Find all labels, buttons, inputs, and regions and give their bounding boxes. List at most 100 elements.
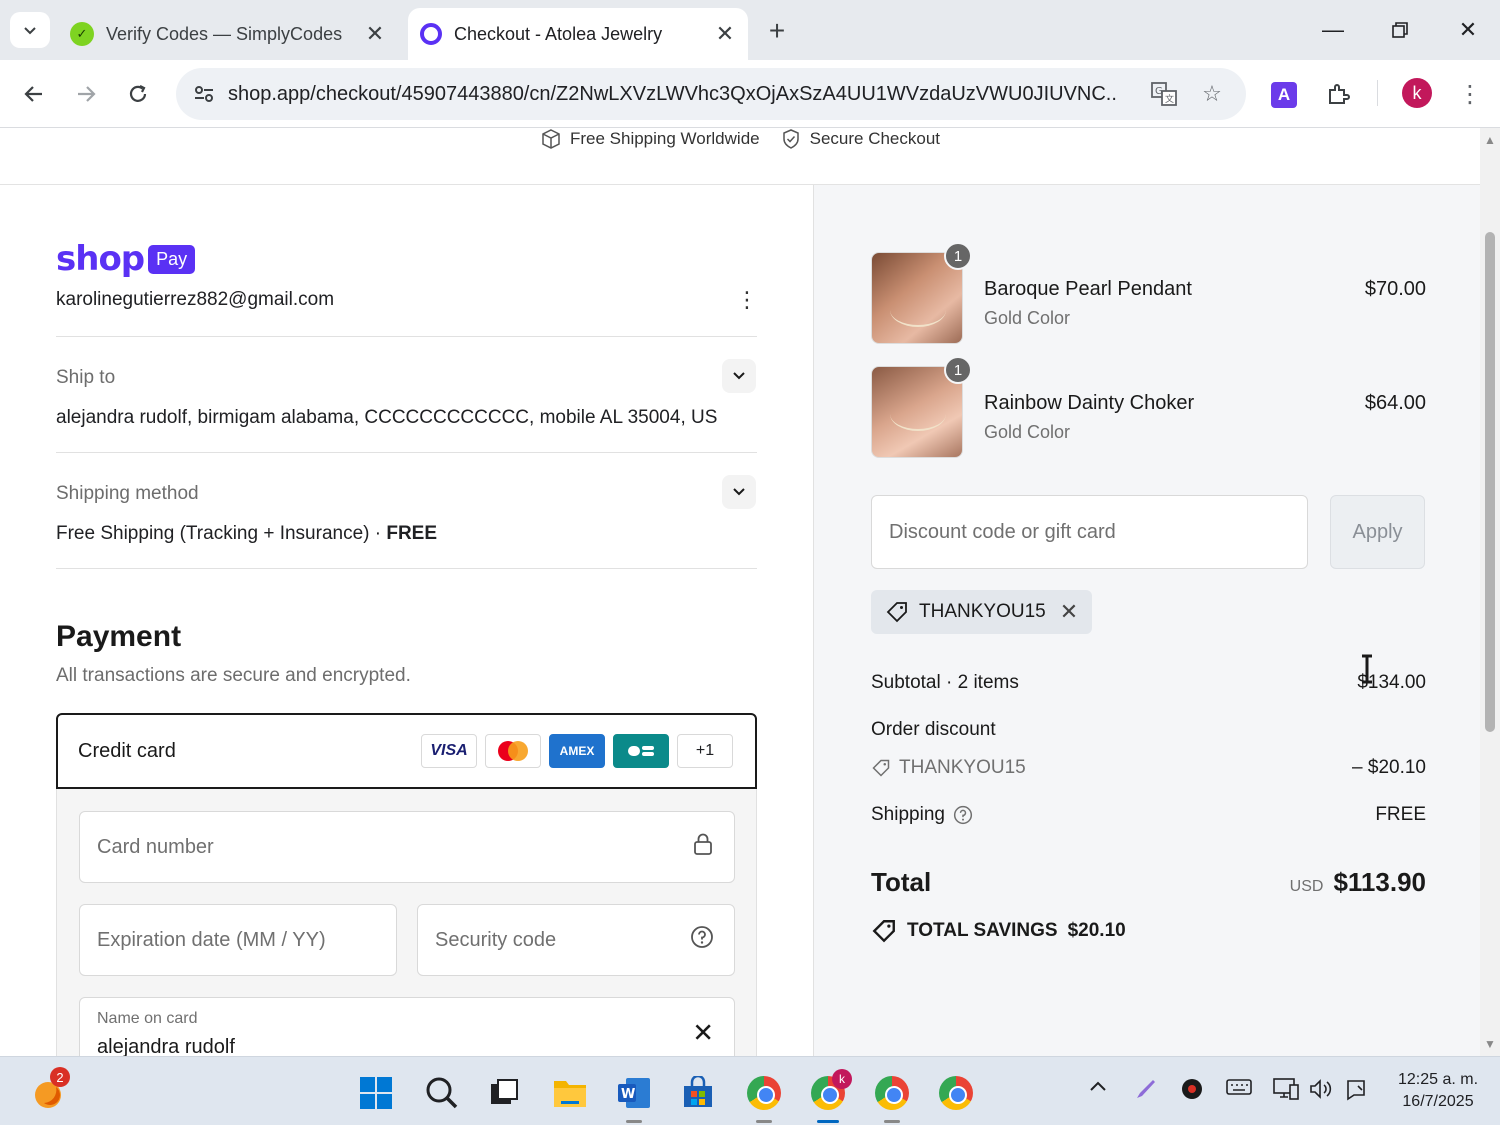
reload-button[interactable] [118,74,158,114]
extensions-button[interactable] [1318,74,1358,114]
credit-card-option[interactable]: Credit card VISA AMEX +1 [56,713,757,789]
pen-tray-icon[interactable] [1134,1077,1158,1107]
forward-button[interactable] [66,74,106,114]
visa-logo-icon: VISA [421,734,477,768]
line-item: 1 Baroque Pearl Pendant Gold Color $70.0… [871,242,1426,344]
card-number-input[interactable]: Card number [79,811,735,883]
page-scrollbar[interactable]: ▲ ▼ [1480,128,1500,1056]
clock-date: 16/7/2025 [1402,1093,1474,1110]
chrome-profile-3-button[interactable] [870,1071,914,1123]
help-circle-icon[interactable] [690,925,714,955]
card-number-placeholder: Card number [97,835,214,858]
translate-icon[interactable]: G文 [1148,78,1180,110]
close-tab-icon[interactable]: ✕ [360,19,390,49]
restore-button[interactable] [1370,10,1430,50]
show-hidden-icons-button[interactable] [1088,1077,1108,1103]
scrollbar-thumb[interactable] [1485,232,1495,732]
bookmark-star-icon[interactable]: ☆ [1196,78,1228,110]
file-explorer-button[interactable] [548,1071,592,1115]
store-icon [684,1076,712,1107]
tab-title: Verify Codes — SimplyCodes [106,23,343,44]
recording-tray-icon[interactable] [1180,1077,1204,1107]
clear-x-icon[interactable]: ✕ [692,1018,714,1049]
chrome-menu-button[interactable]: ⋮ [1450,74,1490,114]
close-window-button[interactable]: ✕ [1438,10,1498,50]
widgets-button[interactable]: 2 [26,1067,70,1115]
keyboard-icon[interactable] [1226,1077,1252,1103]
product-name: Rainbow Dainty Choker [984,392,1195,414]
back-button[interactable] [14,74,54,114]
store-button[interactable] [676,1071,720,1115]
tag-icon [886,602,907,623]
cartes-bancaires-logo-icon [613,734,669,768]
name-on-card-value: alejandra rudolf [97,1036,235,1056]
windows-logo-icon [360,1077,392,1109]
profile-avatar[interactable]: k [1402,78,1432,108]
credit-card-label: Credit card [78,739,176,762]
shipping-row: Shipping FREE [871,804,1426,826]
chrome-profile-4-button[interactable] [934,1071,978,1115]
package-icon [542,129,560,149]
more-cards-badge: +1 [677,734,733,768]
scroll-down-icon[interactable]: ▼ [1484,1038,1496,1050]
line-item: 1 Rainbow Dainty Choker Gold Color $64.0… [871,356,1426,458]
help-circle-icon[interactable] [953,805,973,825]
running-indicator [884,1120,900,1123]
product-price: $70.00 [1364,278,1426,300]
start-button[interactable] [354,1071,398,1115]
new-tab-button[interactable]: + [760,14,794,48]
amex-logo-icon: AMEX [549,734,605,768]
site-info-icon[interactable] [180,68,228,120]
address-bar[interactable]: shop.app/checkout/45907443880/cn/Z2NwLXV… [176,68,1246,120]
minimize-button[interactable]: — [1303,10,1363,50]
discount-value: – $20.10 [1352,757,1426,778]
word-button[interactable]: W [612,1071,656,1123]
active-indicator [817,1120,839,1123]
scroll-up-icon[interactable]: ▲ [1484,134,1496,146]
shipping-method-value: Free Shipping (Tracking + Insurance) · F… [56,523,437,545]
network-icon[interactable] [1272,1077,1300,1107]
account-email: karolinegutierrez882@gmail.com [56,289,335,310]
security-code-input[interactable]: Security code [417,904,735,976]
tab-title: Checkout - Atolea Jewelry [454,23,663,44]
product-price: $64.00 [1364,392,1426,414]
shield-check-icon [782,129,799,149]
running-indicator [626,1120,642,1123]
shipping-method-name: Free Shipping (Tracking + Insurance) · [56,523,387,544]
tab-simplycodes[interactable]: ✓ Verify Codes — SimplyCodes ✕ [58,8,398,60]
remove-discount-icon[interactable]: ✕ [1060,599,1078,625]
profile-k-badge: k [832,1069,852,1089]
chrome-profile-k-button[interactable]: k [806,1069,852,1123]
ship-to-label: Ship to [56,367,116,388]
tab-search-button[interactable] [10,12,50,48]
subtotal-row: Subtotal · 2 items $134.00 [871,672,1426,694]
volume-icon[interactable] [1308,1077,1334,1107]
page-viewport: Free Shipping Worldwide Secure Checkout … [0,128,1480,1056]
extension-a-icon[interactable]: A [1271,82,1297,108]
chevron-down-icon [24,27,36,35]
apply-discount-button[interactable]: Apply [1330,495,1425,569]
discount-code-input[interactable]: Discount code or gift card [871,495,1308,569]
windows-taskbar: 2 W k 12:25 a. m. 16/7/2025 [0,1056,1500,1125]
currency-code: USD [1289,878,1324,895]
close-tab-icon[interactable]: ✕ [710,19,740,49]
tab-checkout[interactable]: Checkout - Atolea Jewelry ✕ [408,8,748,60]
product-variant: Gold Color [984,422,1071,442]
product-variant: Gold Color [984,308,1071,328]
divider [56,568,757,569]
chevron-up-icon [1090,1081,1106,1091]
chevron-down-icon [733,488,745,496]
ship-to-expand-button[interactable] [722,359,756,393]
system-clock[interactable]: 12:25 a. m. 16/7/2025 [1388,1069,1488,1113]
shipping-value: FREE [1375,804,1426,825]
task-view-button[interactable] [482,1071,526,1115]
name-on-card-input[interactable]: Name on card alejandra rudolf ✕ [79,997,735,1056]
account-menu-icon[interactable]: ⋮ [736,287,758,313]
chrome-profile-1-button[interactable] [742,1071,786,1123]
tab-strip: ✓ Verify Codes — SimplyCodes ✕ Checkout … [0,0,1500,60]
expiration-date-input[interactable]: Expiration date (MM / YY) [79,904,397,976]
shipping-method-expand-button[interactable] [722,475,756,509]
search-button[interactable] [420,1071,464,1115]
order-discount-row: Order discount [871,719,1426,741]
battery-icon[interactable] [1344,1077,1372,1107]
